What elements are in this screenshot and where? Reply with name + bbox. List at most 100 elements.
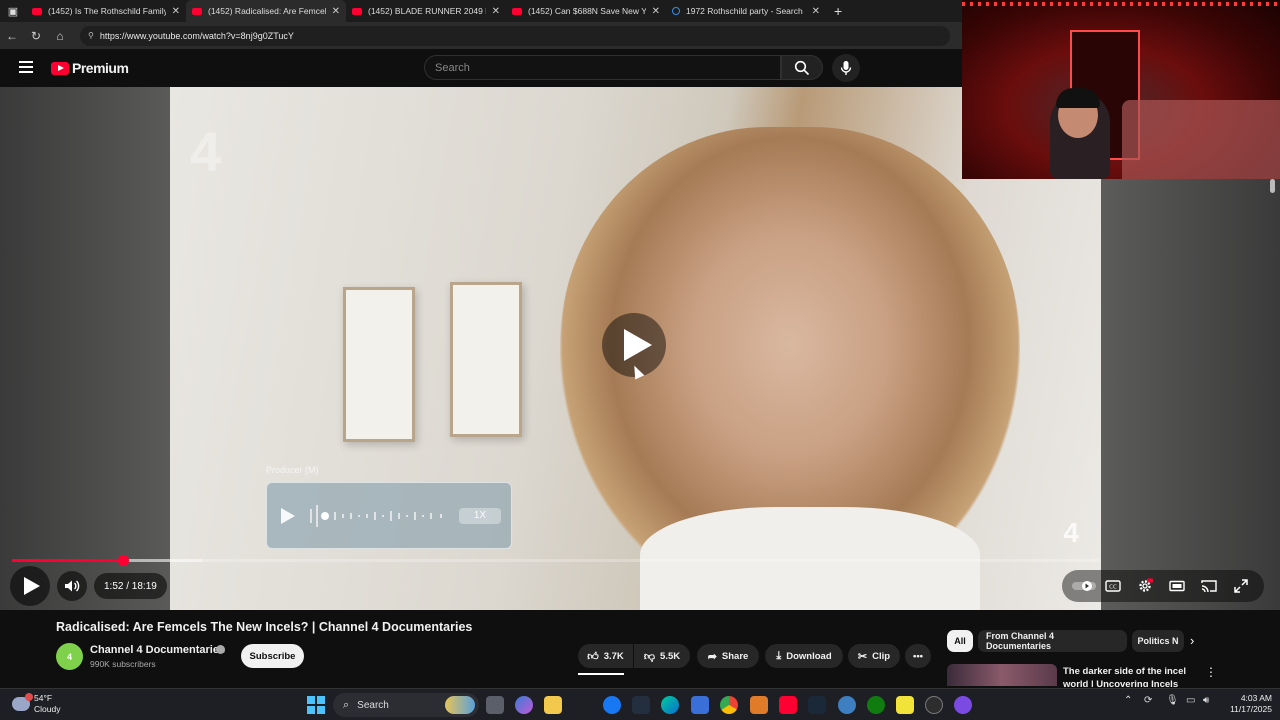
voice-search-button[interactable]: [832, 54, 860, 82]
thumbs-up-icon: 👍︎: [587, 650, 599, 663]
tab-title: (1452) Radicalised: Are Femcels T: [208, 6, 326, 16]
weather-temp: 54°F: [34, 693, 53, 703]
browser-tab[interactable]: 1972 Rothschild party - Search ✕: [666, 0, 826, 22]
taskbar-search[interactable]: ⌕ Search: [333, 693, 479, 717]
taskbar-search-label: Search: [357, 699, 389, 711]
close-tab-icon[interactable]: ✕: [172, 6, 180, 17]
wall-picture-left: [343, 287, 415, 442]
progress-scrubber-handle[interactable]: [117, 555, 129, 566]
download-button[interactable]: ⤓ Download: [765, 644, 843, 668]
related-video-title[interactable]: The darker side of the incel world | Unc…: [1063, 665, 1198, 687]
voice-message-graphic: 1X: [266, 482, 512, 549]
autoplay-toggle[interactable]: [1068, 570, 1100, 602]
channel-avatar[interactable]: 4: [56, 643, 83, 670]
amazon-icon[interactable]: [632, 696, 650, 714]
related-video-thumbnail[interactable]: [947, 664, 1057, 686]
close-tab-icon[interactable]: ✕: [812, 6, 820, 17]
more-vertical-icon[interactable]: ⋮: [1205, 665, 1217, 679]
close-tab-icon[interactable]: ✕: [332, 6, 340, 17]
settings-button[interactable]: [1129, 570, 1161, 602]
vlc-icon[interactable]: [750, 696, 768, 714]
chip-from-channel[interactable]: From Channel 4 Documentaries: [978, 630, 1127, 652]
dislike-button[interactable]: 👎︎ 5.5K: [634, 644, 690, 668]
share-button[interactable]: ➦ Share: [697, 644, 759, 668]
windows-start-icon[interactable]: [307, 696, 325, 714]
more-actions-button[interactable]: •••: [905, 644, 931, 668]
clock-time: 4:03 AM: [1240, 693, 1272, 703]
facebook-icon[interactable]: [603, 696, 621, 714]
calculator-icon[interactable]: [691, 696, 709, 714]
player-blur-left: [0, 87, 170, 610]
youtube-header: Premium Search: [0, 49, 962, 87]
channel-name[interactable]: Channel 4 Documentaries: [90, 644, 225, 656]
close-tab-icon[interactable]: ✕: [492, 6, 500, 17]
browser-tab-active[interactable]: (1452) Radicalised: Are Femcels T ✕: [186, 0, 346, 22]
steam-icon[interactable]: [808, 696, 826, 714]
copilot-icon[interactable]: [515, 696, 533, 714]
subscribe-button[interactable]: Subscribe: [241, 644, 304, 668]
wall-picture-right: [450, 282, 522, 437]
premium-label: Premium: [72, 60, 129, 76]
system-clock[interactable]: 4:03 AM 11/17/2025: [1222, 693, 1272, 715]
download-label: Download: [786, 650, 832, 662]
scrollbar-thumb[interactable]: [1270, 179, 1275, 193]
page-scrollbar[interactable]: [1268, 179, 1276, 685]
youtube-logo[interactable]: Premium: [51, 60, 129, 76]
cast-button[interactable]: [1193, 570, 1225, 602]
tab-title: (1452) Is The Rothschild Family T: [48, 6, 166, 16]
network-icon[interactable]: ▭: [1186, 695, 1195, 706]
streamer-hair: [1056, 88, 1100, 108]
like-button[interactable]: 👍︎ 3.7K: [578, 644, 633, 668]
app-icon[interactable]: [838, 696, 856, 714]
cam-led-lights: [962, 2, 1280, 6]
clip-button[interactable]: ✂ Clip: [848, 644, 900, 668]
app-icon[interactable]: [954, 696, 972, 714]
new-tab-icon[interactable]: +: [834, 3, 842, 19]
captions-button[interactable]: CC: [1097, 570, 1129, 602]
fullscreen-button[interactable]: [1225, 570, 1257, 602]
site-info-icon[interactable]: ⚲: [88, 31, 94, 40]
captions-icon: CC: [1105, 580, 1121, 592]
scissors-icon: ✂: [857, 650, 868, 663]
xbox-icon[interactable]: [867, 696, 885, 714]
browser-tab[interactable]: (1452) BLADE RUNNER 2049 Brea ✕: [346, 0, 506, 22]
tray-mic-icon[interactable]: 🎙︎: [1166, 695, 1179, 706]
weather-widget[interactable]: 54°F Cloudy: [12, 693, 60, 715]
chip-politics[interactable]: Politics N: [1132, 630, 1184, 652]
waveform-icon: [310, 505, 442, 527]
chrome-icon[interactable]: [720, 696, 738, 714]
browser-tab[interactable]: (1452) Can $688N Save New York ✕: [506, 0, 666, 22]
tray-overflow-icon[interactable]: ⌃: [1124, 695, 1132, 706]
edge-browser-icon[interactable]: [661, 696, 679, 714]
thumbs-down-icon: 👎︎: [643, 650, 656, 663]
search-button[interactable]: [781, 55, 823, 80]
obs-icon[interactable]: [925, 696, 943, 714]
microphone-icon: [840, 61, 852, 75]
streamer-webcam-overlay: [962, 0, 1280, 179]
like-ratio-bar: [578, 673, 624, 675]
browser-tab[interactable]: (1452) Is The Rothschild Family T ✕: [26, 0, 186, 22]
time-display-text: 1:52 / 18:19: [104, 580, 157, 592]
sticky-notes-icon[interactable]: [896, 696, 914, 714]
back-icon[interactable]: ←: [0, 29, 24, 43]
play-button[interactable]: [10, 566, 50, 606]
task-view-icon[interactable]: [486, 696, 504, 714]
chevron-right-icon[interactable]: ›: [1190, 633, 1194, 648]
home-icon[interactable]: ⌂: [48, 29, 72, 43]
volume-tray-icon[interactable]: 🔊︎: [1203, 695, 1209, 706]
weather-desc: Cloudy: [34, 704, 61, 714]
file-explorer-icon[interactable]: [544, 696, 562, 714]
theater-mode-button[interactable]: [1161, 570, 1193, 602]
reload-icon[interactable]: ↻: [24, 29, 48, 43]
browser-tab-strip: ▣ (1452) Is The Rothschild Family T ✕ (1…: [0, 0, 962, 22]
close-tab-icon[interactable]: ✕: [652, 6, 660, 17]
window-menu-icon[interactable]: ▣: [0, 0, 26, 22]
search-input[interactable]: Search: [424, 55, 781, 80]
url-field[interactable]: ⚲ https://www.youtube.com/watch?v=8nj9g0…: [80, 25, 950, 46]
volume-button[interactable]: [57, 571, 87, 601]
youtube-app-icon[interactable]: [779, 696, 797, 714]
hamburger-menu-icon[interactable]: [19, 61, 33, 73]
share-arrow-icon: ➦: [707, 650, 717, 663]
chip-all[interactable]: All: [947, 630, 973, 652]
tray-app-icon[interactable]: ⟳: [1144, 695, 1152, 706]
